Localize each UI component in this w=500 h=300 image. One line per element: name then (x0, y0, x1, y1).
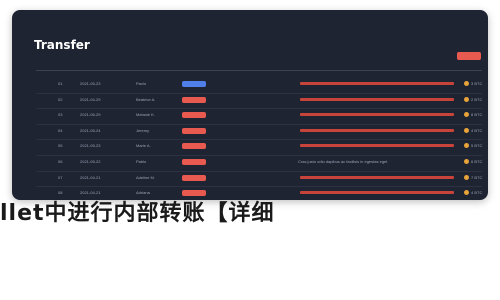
row-id: 01 (58, 81, 63, 86)
table-header-divider (36, 70, 482, 71)
status-pill[interactable] (182, 158, 206, 165)
row-party: Pavlo (136, 81, 147, 86)
row-date: 2021-06-29 (80, 112, 101, 118)
row-id: 04 (58, 127, 63, 133)
row-id: 05 (58, 143, 63, 149)
row-amount: 6 BTC (471, 158, 483, 164)
coin-icon (464, 190, 469, 196)
coin-icon (464, 174, 469, 180)
row-date: 2021-05-23 (80, 143, 101, 149)
coin-icon (464, 143, 469, 149)
coin-icon (464, 81, 469, 86)
row-party: Adeline M. (136, 174, 155, 180)
status-pill[interactable] (182, 190, 206, 197)
new-transfer-button[interactable] (457, 52, 481, 60)
table-row[interactable]: 06 2021-05-22 Pablo Cras justo odio dapibus… (36, 156, 482, 172)
row-amount: 8 BTC (471, 112, 483, 118)
transfer-panel: Transfer 01 2021-05-23 Pavlo 3 BTC 02 2021-04… (12, 10, 488, 200)
table-row[interactable]: 05 2021-05-23 Marie A. 5 BTC (36, 140, 482, 156)
table-row[interactable]: 07 2021-04-21 Adeline M. 7 BTC (36, 172, 482, 188)
row-amount: 4 BTC (471, 127, 483, 133)
row-progress-bar (300, 82, 454, 85)
row-note: Cras justo odio dapibus ac facilisis in … (298, 158, 388, 164)
row-id: 06 (58, 158, 63, 164)
table-row[interactable]: 03 2021-06-29 Melanie K. 8 BTC (36, 109, 482, 125)
row-date: 2021-05-24 (80, 127, 101, 133)
row-amount: 7 BTC (471, 174, 483, 180)
table-row[interactable]: 01 2021-05-23 Pavlo 3 BTC (36, 78, 482, 94)
status-pill[interactable] (182, 96, 206, 103)
panel-title: Transfer (34, 38, 90, 52)
row-id: 08 (58, 190, 63, 196)
coin-icon (464, 158, 469, 164)
row-amount: 5 BTC (471, 143, 483, 149)
row-amount: 3 BTC (471, 81, 483, 86)
status-pill[interactable] (182, 143, 206, 150)
row-date: 2021-04-21 (80, 174, 101, 180)
row-progress-bar (300, 113, 454, 117)
row-party: Adriana (136, 190, 150, 196)
row-party: Melanie K. (136, 112, 155, 118)
row-party: Beatrice A. (136, 96, 156, 102)
row-date: 2021-05-22 (80, 158, 101, 164)
coin-icon (464, 127, 469, 133)
row-progress-bar (300, 191, 454, 195)
row-progress-bar (300, 97, 454, 101)
row-party: Pablo (136, 158, 147, 164)
row-party: Jeremy (136, 127, 150, 133)
table-row[interactable]: 08 2021-04-21 Adriana 4 BTC (36, 187, 482, 200)
row-date: 2021-04-29 (80, 96, 101, 102)
coin-icon (464, 96, 469, 102)
status-pill[interactable] (182, 127, 206, 134)
row-amount: 4 BTC (471, 190, 483, 196)
row-progress-bar (300, 175, 454, 179)
row-date: 2021-05-23 (80, 81, 101, 86)
row-id: 03 (58, 112, 63, 118)
row-amount: 2 BTC (471, 96, 483, 102)
table-row[interactable]: 04 2021-05-24 Jeremy 4 BTC (36, 125, 482, 141)
banner-caption: llet中进行内部转账【详细 (0, 201, 275, 226)
status-pill[interactable] (182, 112, 206, 119)
status-pill[interactable] (182, 174, 206, 181)
row-party: Marie A. (136, 143, 151, 149)
row-progress-bar (300, 144, 454, 148)
row-id: 07 (58, 174, 63, 180)
status-pill[interactable] (182, 81, 206, 87)
row-progress-bar (300, 128, 454, 132)
table-row[interactable]: 02 2021-04-29 Beatrice A. 2 BTC (36, 94, 482, 110)
row-id: 02 (58, 96, 63, 102)
row-date: 2021-04-21 (80, 190, 101, 196)
transfer-table: 01 2021-05-23 Pavlo 3 BTC 02 2021-04-29 Beatri… (36, 78, 482, 200)
coin-icon (464, 112, 469, 118)
